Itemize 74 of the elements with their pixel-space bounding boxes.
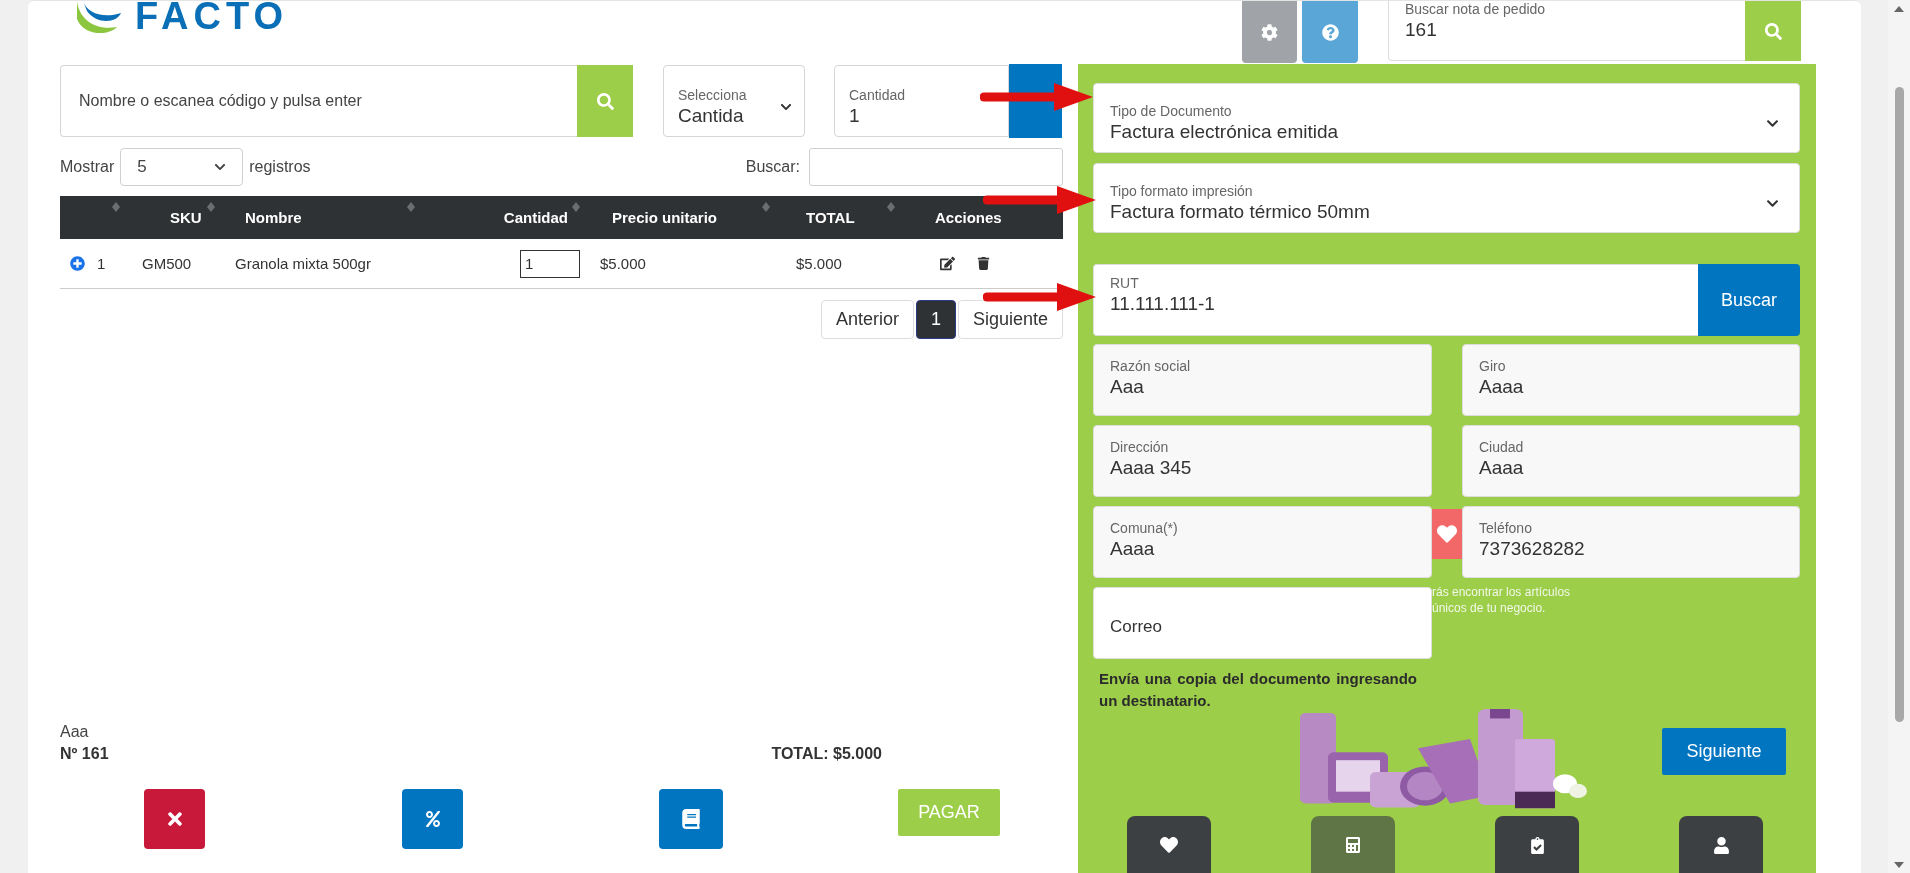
sort-icon xyxy=(887,202,895,212)
edit-icon[interactable] xyxy=(940,256,955,271)
document-type-select[interactable]: Tipo de Documento Factura electrónica emitida xyxy=(1093,83,1800,153)
help-icon xyxy=(1321,23,1339,41)
column-header[interactable]: Nombre xyxy=(245,209,302,226)
text-field[interactable]: Ciudad Aaaa xyxy=(1462,425,1800,497)
next-button[interactable]: Siguiente xyxy=(1662,728,1786,775)
logo-text: FACTO xyxy=(135,0,289,35)
records-label: registros xyxy=(249,158,311,176)
table-cell: $5.000 xyxy=(796,255,842,272)
sort-icon xyxy=(762,202,770,212)
percent-icon xyxy=(424,811,441,827)
trash-icon[interactable] xyxy=(977,257,990,270)
page-button[interactable]: Siguiente xyxy=(957,300,1063,339)
chevron-icon xyxy=(780,101,792,113)
table-cell: Granola mixta 500gr xyxy=(235,255,371,272)
table-cell: $5.000 xyxy=(600,255,646,272)
sort-icon xyxy=(572,202,580,212)
nav-button[interactable] xyxy=(1679,816,1763,873)
promo-text: rás encontrar los artículos xyxy=(1432,584,1571,600)
settings-button[interactable] xyxy=(1242,1,1297,63)
nav-button[interactable] xyxy=(1495,816,1579,873)
product-search-field[interactable]: Nombre o escanea código y pulsa enter xyxy=(60,65,577,137)
clipboard-check-icon xyxy=(1528,836,1546,854)
table-cell: GM500 xyxy=(142,255,192,272)
heart-icon xyxy=(1160,836,1178,854)
sort-icon xyxy=(407,202,415,212)
page-length-select[interactable]: 5 xyxy=(120,148,244,186)
page-button[interactable]: 1 xyxy=(915,300,956,339)
text-field[interactable]: Dirección Aaaa 345 xyxy=(1093,425,1432,497)
column-header[interactable]: SKU xyxy=(170,209,202,226)
quantity-input[interactable]: 1 xyxy=(520,249,580,278)
sort-icon xyxy=(112,202,120,212)
settings-icon xyxy=(1261,23,1278,41)
rut-field[interactable]: RUT 11.111.111-1 xyxy=(1093,264,1698,336)
page-button[interactable]: Anterior xyxy=(820,300,914,339)
text-field[interactable]: Giro Aaaa xyxy=(1462,344,1800,416)
user-icon xyxy=(1712,836,1730,854)
search-icon xyxy=(1764,22,1782,40)
unit-select[interactable]: Selecciona Cantida xyxy=(663,65,805,137)
email-note: Envía una copia del documento ingresando un destinatario. xyxy=(1099,669,1417,711)
calculator-icon xyxy=(1345,837,1361,853)
help-button[interactable] xyxy=(1302,1,1358,63)
total-amount: TOTAL: $5.000 xyxy=(771,745,882,763)
show-label: Mostrar xyxy=(60,158,115,176)
quantity-field[interactable]: Cantidad 1 xyxy=(834,65,1009,137)
table-cell: 1 xyxy=(97,255,106,272)
chevron-icon xyxy=(214,161,227,173)
client-name: Aaa xyxy=(60,723,90,741)
print-format-select[interactable]: Tipo formato impresión Factura formato térmico 50mm xyxy=(1093,163,1800,233)
email-field[interactable]: Correo xyxy=(1093,587,1432,659)
promo-text: únicos de tu negocio. xyxy=(1432,600,1547,616)
column-header[interactable]: Acciones xyxy=(935,209,1002,226)
expand-icon[interactable] xyxy=(70,256,85,271)
nav-button[interactable] xyxy=(1311,816,1395,873)
cancel-button[interactable] xyxy=(144,789,205,849)
search-icon xyxy=(596,92,614,110)
rut-search-button[interactable]: Buscar xyxy=(1698,264,1800,336)
table-search-field[interactable] xyxy=(809,148,1063,186)
sort-icon xyxy=(207,202,215,212)
nav-button[interactable] xyxy=(1127,816,1211,873)
table-search-label: Buscar: xyxy=(745,158,800,176)
book-icon xyxy=(681,809,701,829)
column-header[interactable]: Cantidad xyxy=(503,209,568,226)
discount-button[interactable] xyxy=(402,789,463,849)
text-field[interactable]: Comuna(*) Aaaa xyxy=(1093,506,1432,578)
notes-button[interactable] xyxy=(659,789,723,849)
text-field[interactable]: Teléfono 7373628282 xyxy=(1462,506,1800,578)
scrollbar[interactable] xyxy=(1888,0,1910,873)
order-number: Nº 161 xyxy=(60,745,109,763)
column-header[interactable]: Precio unitario xyxy=(612,209,718,226)
text-field[interactable]: Razón social Aaa xyxy=(1093,344,1432,416)
column-header[interactable]: TOTAL xyxy=(806,209,855,226)
heart-icon xyxy=(1437,524,1457,544)
